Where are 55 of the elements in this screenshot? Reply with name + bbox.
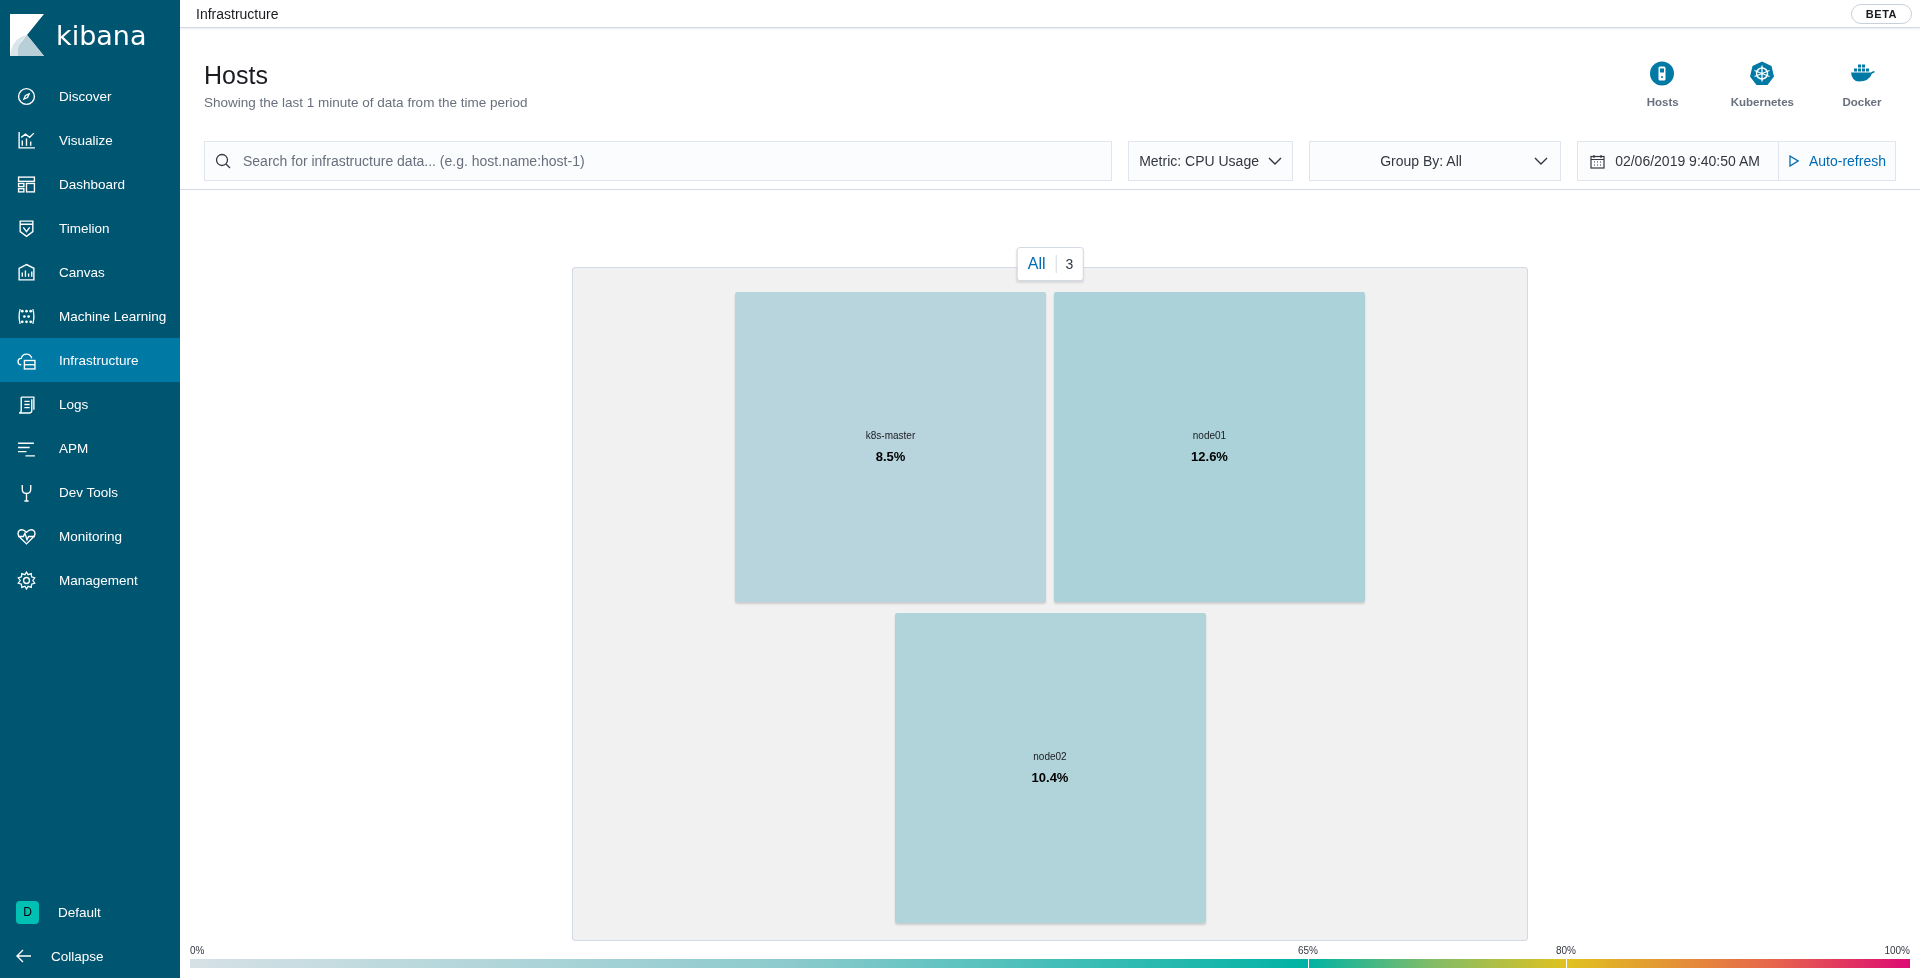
gear-icon bbox=[17, 570, 36, 590]
date-picker[interactable]: 02/06/2019 9:40:50 AM bbox=[1578, 142, 1779, 180]
breadcrumb[interactable]: Infrastructure bbox=[196, 5, 279, 22]
legend-label: 100% bbox=[1884, 945, 1910, 956]
calendar-icon bbox=[1590, 153, 1606, 169]
view-link[interactable]: Hosts bbox=[1634, 61, 1691, 110]
space-label[interactable]: Default bbox=[58, 904, 101, 920]
host-tile[interactable]: node02 10.4% bbox=[894, 613, 1206, 923]
document-icon bbox=[17, 394, 36, 414]
nav-item[interactable]: Visualize bbox=[0, 118, 180, 162]
legend-label: 65% bbox=[1298, 945, 1318, 956]
brand-name: kibana bbox=[56, 19, 147, 51]
shield-icon bbox=[17, 218, 36, 238]
nav-item[interactable]: Monitoring bbox=[0, 514, 180, 558]
auto-refresh-button[interactable]: Auto-refresh bbox=[1778, 142, 1895, 180]
heartbeat-icon bbox=[17, 526, 36, 546]
legend-label: 0% bbox=[190, 945, 205, 956]
page-subtitle: Showing the last 1 minute of data from the time period bbox=[204, 95, 528, 110]
nav-item[interactable]: Logs bbox=[0, 382, 180, 426]
chevron-down-icon bbox=[1534, 157, 1549, 165]
nav-item[interactable]: Management bbox=[0, 558, 180, 602]
nav-item[interactable]: Infrastructure bbox=[0, 338, 180, 382]
server-icon bbox=[1650, 61, 1676, 86]
nav-item[interactable]: APM bbox=[0, 426, 180, 470]
collapse-link[interactable]: Collapse bbox=[51, 948, 104, 964]
chevron-down-icon bbox=[1268, 157, 1283, 165]
host-tile[interactable]: k8s-master 8.5% bbox=[735, 292, 1046, 602]
legend-label: 80% bbox=[1556, 945, 1576, 956]
host-tile[interactable]: node01 12.6% bbox=[1054, 292, 1365, 602]
nav-item[interactable]: Discover bbox=[0, 74, 180, 118]
nav-item[interactable]: Canvas bbox=[0, 250, 180, 294]
play-icon bbox=[1788, 155, 1799, 167]
metric-dropdown[interactable]: Metric: CPU Usage bbox=[1128, 141, 1294, 181]
view-link[interactable]: Kubernetes bbox=[1730, 61, 1794, 110]
logo-icon bbox=[10, 14, 44, 56]
group-by-dropdown[interactable]: Group By: All bbox=[1309, 141, 1562, 181]
nav-item[interactable]: Dashboard bbox=[0, 162, 180, 206]
space-avatar[interactable]: D bbox=[16, 900, 39, 924]
easel-icon bbox=[17, 262, 36, 282]
compass-icon bbox=[17, 86, 36, 106]
nav-item[interactable]: Dev Tools bbox=[0, 470, 180, 514]
search-field[interactable]: Search for infrastructure data... (e.g. host.name:host-1) bbox=[204, 141, 1113, 181]
nav-item[interactable]: Timelion bbox=[0, 206, 180, 250]
cloud-server-icon bbox=[17, 350, 36, 370]
arrow-left-icon[interactable] bbox=[16, 949, 32, 963]
group-count: 3 bbox=[1064, 256, 1075, 272]
helm-wheel-icon bbox=[1749, 61, 1775, 86]
group-name-link[interactable]: All bbox=[1017, 255, 1057, 273]
page-title: Hosts bbox=[204, 61, 269, 90]
view-link[interactable]: Docker bbox=[1834, 61, 1890, 110]
search-icon bbox=[215, 153, 231, 169]
dots-icon bbox=[17, 306, 36, 326]
nav-item[interactable]: Machine Learning bbox=[0, 294, 180, 338]
dashboard-icon bbox=[17, 174, 36, 194]
chart-icon bbox=[17, 130, 36, 150]
